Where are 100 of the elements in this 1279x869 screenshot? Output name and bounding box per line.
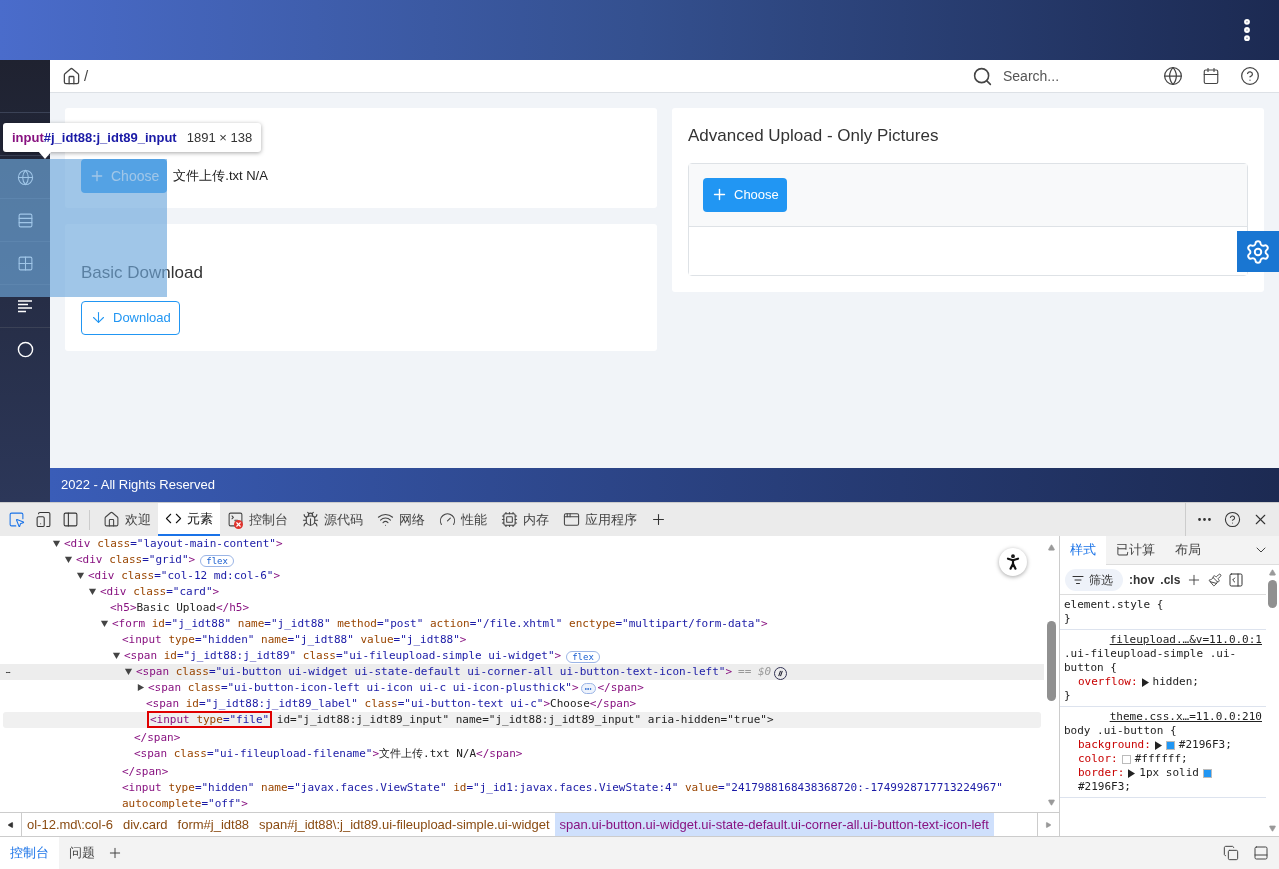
devtools-tab[interactable]: 内存 (494, 503, 556, 536)
help-icon[interactable] (1240, 66, 1260, 86)
expanded-triangle-icon[interactable] (100, 619, 109, 628)
element-size: 1891 × 138 (186, 128, 253, 147)
scrollbar-thumb[interactable] (1047, 621, 1056, 701)
expanded-triangle-icon[interactable] (112, 651, 121, 660)
undock-icon[interactable] (1223, 845, 1239, 861)
scroll-down-icon[interactable] (1047, 799, 1056, 806)
scroll-left-icon[interactable] (7, 821, 14, 828)
code-line[interactable]: <form id="j_idt88" name="j_idt88" method="post" action="/file.xhtml" enctype="multipart/form-data"> (112, 616, 768, 632)
expanded-triangle-icon[interactable] (124, 667, 133, 676)
settings-icon (1245, 238, 1271, 265)
dock-icon[interactable] (1253, 845, 1269, 861)
search-icon[interactable] (972, 65, 993, 87)
code-line[interactable]: <span class="ui-button-icon-left ui-icon ui-c ui-icon-plusthick"> (148, 680, 579, 696)
code-line[interactable]: <div class="col-12 md:col-6"> (88, 568, 281, 584)
terminal-icon (227, 511, 244, 528)
code-line[interactable]: <input type="hidden" name="javax.faces.ViewState" id="j_id1:javax.faces.ViewState:4" value="2417988168438368720:-1749928717713224967" autocomplete="off"> (122, 780, 1044, 812)
code-line[interactable]: <div class="grid"> (76, 552, 196, 568)
dom-breadcrumb[interactable]: span#j_idt88\:j_idt89.ui-fileupload-simple.ui-widget (254, 813, 555, 836)
scroll-up-icon[interactable] (1268, 569, 1277, 576)
color-swatch-icon[interactable] (1165, 740, 1175, 750)
scroll-right-icon[interactable] (1045, 821, 1052, 828)
rule-close: } (1064, 689, 1072, 703)
inspect-icon[interactable] (8, 511, 25, 528)
scrollbar-thumb[interactable] (1268, 580, 1277, 608)
rule-close: } (1064, 612, 1072, 626)
styles-tab[interactable]: 布局 (1165, 535, 1211, 565)
property-name: overflow: (1078, 675, 1138, 689)
circle-icon[interactable] (16, 340, 34, 358)
expanded-triangle-icon[interactable] (52, 539, 61, 548)
drawer-tab[interactable]: 问题 (59, 837, 105, 869)
selected-marker: == $0 (738, 664, 772, 680)
devtools-tab[interactable]: 应用程序 (556, 503, 644, 536)
devtools-tab[interactable]: 控制台 (220, 503, 295, 536)
settings-button[interactable] (1237, 231, 1279, 272)
filter-icon (1072, 573, 1084, 586)
property-value: #2196F3; (1178, 738, 1232, 752)
cls-button[interactable]: .cls (1160, 570, 1181, 589)
property-name: color: (1078, 752, 1118, 766)
code-line[interactable]: <span id="j_idt88:j_idt89_label" class="ui-button-text ui-c">Choose</span> (146, 696, 637, 712)
source-link[interactable]: fileupload.…&v=11.0.0:1 (1109, 633, 1262, 647)
expand-triangle-icon[interactable] (1141, 677, 1149, 687)
color-swatch-icon[interactable] (1202, 768, 1212, 778)
color-swatch-icon[interactable] (1121, 754, 1131, 764)
card-title: Advanced Upload - Only Pictures (688, 125, 940, 147)
sidebar-toggle-icon[interactable] (1228, 571, 1245, 588)
property-value: #2196F3; (1078, 780, 1131, 794)
element-selector: input#j_idt88:j_idt89_input (12, 128, 177, 147)
code-line[interactable]: <div class="layout-main-content"> (64, 536, 283, 552)
code-line[interactable]: <input type="hidden" name="j_idt88" value="j_idt88"> (122, 632, 467, 648)
plus-icon (89, 168, 105, 184)
footer-text: 2022 - All Rights Reserved (61, 476, 215, 495)
property-name: border: (1078, 766, 1125, 780)
expanded-triangle-icon[interactable] (64, 555, 73, 564)
breadcrumb-separator: / (84, 65, 89, 86)
filter-field[interactable]: 筛选 (1065, 568, 1123, 591)
drawer-tab[interactable]: 控制台 (0, 837, 59, 869)
hov-button[interactable]: :hov (1129, 570, 1155, 589)
device-icon[interactable] (35, 511, 52, 528)
devtools-tab[interactable]: 元素 (158, 503, 220, 536)
code-line[interactable]: <span id="j_idt88:j_idt89" class="ui-fileupload-simple ui-widget"> (124, 648, 562, 664)
dom-breadcrumb[interactable]: span.ui-button.ui-widget.ui-state-default.ui-corner-all.ui-button-text-icon-left (554, 813, 994, 836)
scroll-up-icon[interactable] (1047, 544, 1056, 551)
code-line[interactable]: <span class="ui-fileupload-filename">文件上传.txt N/A</span> (134, 746, 523, 762)
devtools-tab[interactable]: 源代码 (295, 503, 370, 536)
source-link[interactable]: theme.css.x…=11.0.0:210 (1109, 710, 1262, 724)
calendar-icon[interactable] (1202, 67, 1220, 85)
code-line[interactable]: <span class="ui-button ui-widget ui-state-default ui-corner-all ui-button-text-icon-left"> (136, 664, 733, 680)
globe-icon[interactable] (1163, 66, 1183, 86)
expand-triangle-icon[interactable] (1128, 768, 1136, 778)
property-value: hidden; (1152, 675, 1199, 689)
window-icon (563, 511, 580, 528)
styles-tab[interactable]: 样式 (1060, 535, 1106, 565)
expand-triangle-icon[interactable] (1154, 740, 1162, 750)
devtools-tab[interactable]: 欢迎 (96, 503, 158, 536)
lines-icon[interactable] (17, 298, 33, 314)
help-icon[interactable] (1224, 511, 1241, 528)
add-tab-icon[interactable] (650, 511, 667, 528)
scroll-down-icon[interactable] (1268, 825, 1277, 832)
styles-tab[interactable]: 已计算 (1106, 535, 1165, 565)
expanded-triangle-icon[interactable] (76, 571, 85, 580)
devtools-tab[interactable]: 性能 (432, 503, 494, 536)
code-line[interactable]: <div class="card"> (100, 584, 220, 600)
collapsed-triangle-icon[interactable] (136, 683, 145, 692)
home-icon[interactable] (62, 66, 81, 86)
file-name: 文件上传.txt N/A (173, 167, 268, 186)
panel-icon[interactable] (62, 511, 79, 528)
dom-breadcrumb[interactable]: form#j_idt88 (172, 813, 255, 836)
dom-breadcrumb[interactable]: ol-12.md\:col-6 (22, 813, 118, 836)
dom-breadcrumb[interactable]: div.card (118, 813, 173, 836)
paintbrush-icon[interactable] (1208, 572, 1223, 587)
property-name: background: (1078, 738, 1151, 752)
accessibility-button[interactable] (999, 548, 1027, 576)
expanded-triangle-icon[interactable] (88, 587, 97, 596)
code-line[interactable]: <h5>Basic Upload</h5> (110, 600, 250, 616)
search-field[interactable]: Search... (1003, 65, 1153, 87)
code-line: </span> (134, 731, 181, 744)
property-value: #ffffff; (1134, 752, 1188, 766)
devtools-tab[interactable]: 网络 (370, 503, 432, 536)
